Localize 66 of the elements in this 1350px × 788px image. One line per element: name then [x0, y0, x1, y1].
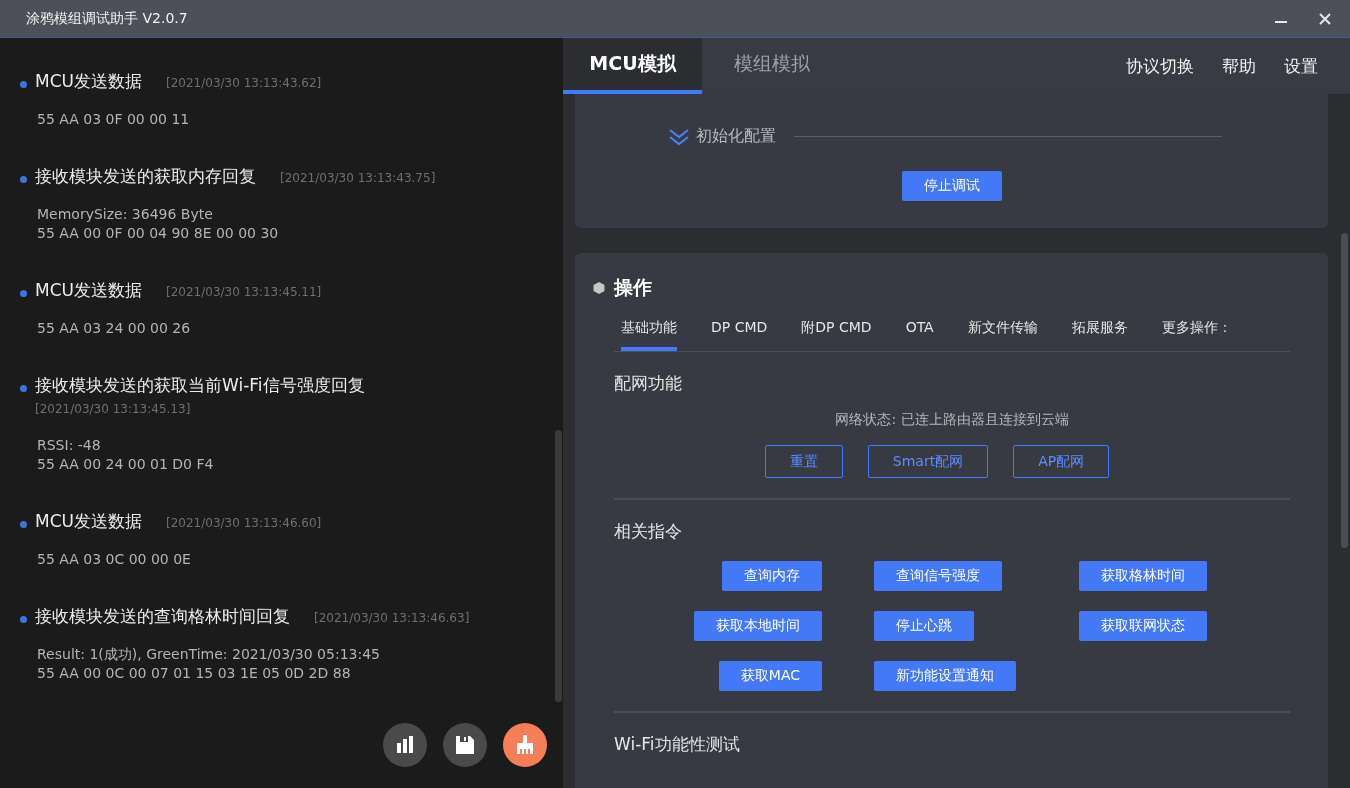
menu-item[interactable]: 帮助	[1222, 54, 1256, 78]
bullet-dot	[20, 616, 27, 623]
network-button[interactable]: AP配网	[1013, 445, 1110, 478]
log-line: 55 AA 00 0C 00 07 01 15 03 1E 05 0D 2D 88	[36, 664, 352, 683]
timestamp: [2021/03/30 13:13:43.75]	[280, 171, 436, 185]
command-button[interactable]: 获取格林时间	[1079, 561, 1207, 591]
scrollbar[interactable]	[1341, 233, 1348, 548]
command-button[interactable]: 获取MAC	[718, 661, 822, 691]
network-status: 网络状态: 已连上路由器且连接到云端	[834, 411, 1070, 429]
timestamp: [2021/03/30 13:13:45.11]	[166, 285, 322, 299]
section-title: 配网功能	[614, 372, 683, 395]
mode-tab[interactable]: 模组模拟	[702, 38, 841, 94]
stop-debug-button[interactable]: 停止调试	[901, 171, 1002, 201]
log-title: 接收模块发送的获取内存回复	[35, 166, 256, 186]
bullet-dot	[20, 290, 27, 297]
bar-chart-button[interactable]	[383, 723, 427, 767]
tab[interactable]: 附DP CMD	[801, 313, 872, 351]
log-line: 55 AA 03 0F 00 00 11	[36, 110, 191, 129]
bullet-dot	[20, 176, 27, 183]
section-title: Wi-Fi功能性测试	[614, 733, 741, 756]
broom-button[interactable]	[503, 723, 547, 767]
log-line: 55 AA 03 24 00 00 26	[36, 319, 192, 338]
log-line: Result: 1(成功), GreenTime: 2021/03/30 05:13:45	[36, 645, 381, 664]
timestamp: [2021/03/30 13:13:46.60]	[166, 516, 322, 530]
scrollbar[interactable]	[555, 430, 562, 702]
log-line: 55 AA 00 24 00 01 D0 F4	[36, 455, 215, 474]
section-title: 初始化配置	[696, 126, 776, 147]
log-title: 接收模块发送的查询格林时间回复	[35, 606, 290, 626]
command-button[interactable]: 查询信号强度	[874, 561, 1002, 591]
command-button[interactable]: 获取本地时间	[694, 611, 822, 641]
tab[interactable]: DP CMD	[711, 313, 768, 351]
timestamp: [2021/03/30 13:13:45.13]	[35, 402, 191, 416]
section-title: 相关指令	[614, 520, 683, 543]
bullet-dot	[20, 385, 27, 392]
log-title: MCU发送数据	[35, 511, 142, 531]
tab[interactable]: 基础功能	[621, 313, 677, 351]
tab[interactable]: 拓展服务	[1071, 313, 1128, 351]
network-button[interactable]: 重置	[764, 445, 843, 478]
tab[interactable]: 新文件传输	[967, 313, 1038, 351]
command-button[interactable]: 新功能设置通知	[874, 661, 1016, 691]
timestamp: [2021/03/30 13:13:46.63]	[314, 611, 470, 625]
menu-item[interactable]: 设置	[1284, 54, 1318, 78]
log-line: RSSI: -48	[36, 436, 102, 455]
menu-item[interactable]: 协议切换	[1126, 54, 1194, 78]
floppy-disk-button[interactable]	[443, 723, 487, 767]
command-button[interactable]: 获取联网状态	[1079, 611, 1207, 641]
mode-tab[interactable]: MCU模拟	[563, 38, 702, 94]
close-icon[interactable]	[1318, 11, 1332, 26]
bullet-dot	[20, 81, 27, 88]
hexagon-icon	[592, 281, 606, 295]
command-button[interactable]: 查询内存	[722, 561, 822, 591]
tab[interactable]: 更多操作：	[1161, 313, 1232, 351]
log-line: 55 AA 03 0C 00 00 0E	[36, 550, 192, 569]
log-title: 接收模块发送的获取当前Wi-Fi信号强度回复	[35, 375, 365, 395]
network-button[interactable]: Smart配网	[867, 445, 989, 478]
bullet-dot	[20, 521, 27, 528]
tab[interactable]: OTA	[905, 313, 934, 351]
command-button[interactable]: 停止心跳	[874, 611, 974, 641]
log-title: MCU发送数据	[35, 280, 142, 300]
log-title: MCU发送数据	[35, 71, 142, 91]
window-title: 涂鸦模组调试助手 V2.0.7	[26, 9, 188, 28]
log-line: 55 AA 00 0F 00 04 90 8E 00 00 30	[36, 224, 280, 243]
double-chevron-icon[interactable]	[668, 127, 690, 146]
log-line: MemorySize: 36496 Byte	[36, 205, 214, 224]
card-title: 操作	[614, 275, 652, 300]
timestamp: [2021/03/30 13:13:43.62]	[166, 76, 322, 90]
